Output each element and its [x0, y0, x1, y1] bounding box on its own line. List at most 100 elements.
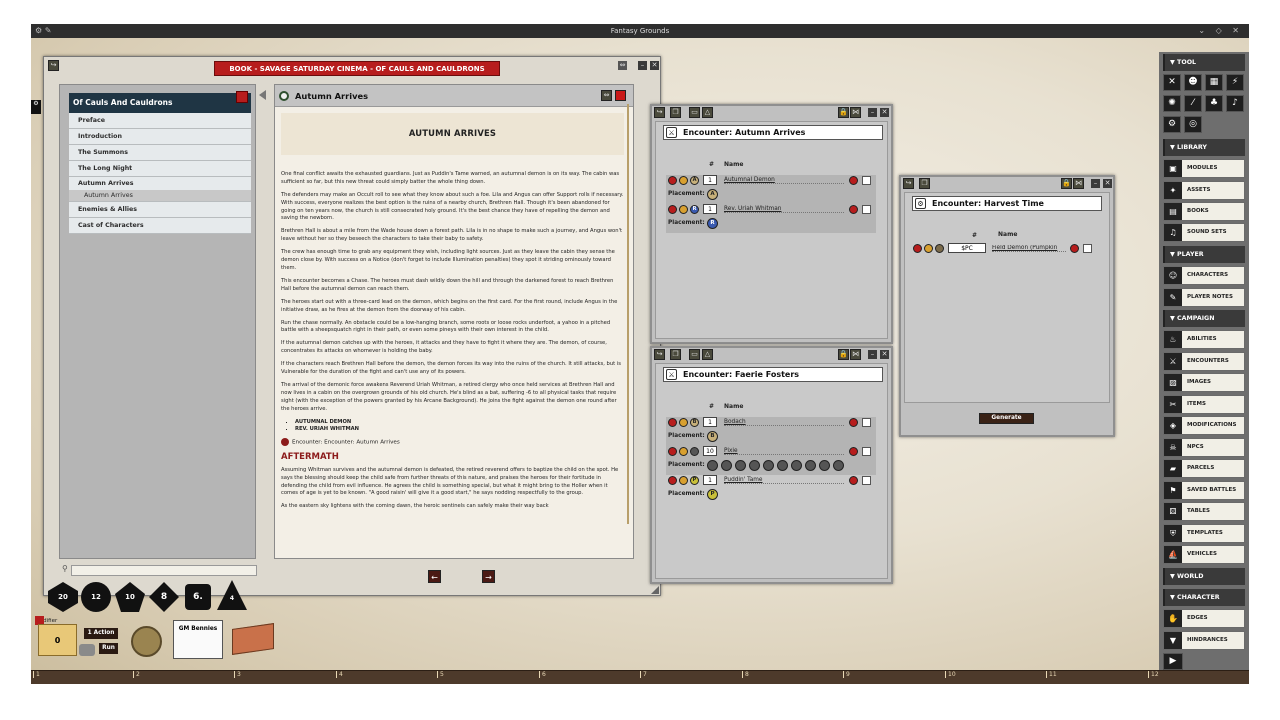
sidebar-item-characters[interactable]: ☺ CHARACTERS — [1163, 266, 1245, 285]
placement-token[interactable] — [707, 460, 718, 471]
close-button[interactable]: ✕ — [1103, 179, 1112, 188]
row-checkbox[interactable] — [862, 447, 871, 456]
delete-icon[interactable] — [668, 205, 677, 214]
link-icon[interactable] — [849, 476, 858, 485]
section-player[interactable]: ▼ PLAYER — [1163, 246, 1245, 263]
generate-button[interactable]: Generate — [979, 413, 1034, 424]
image-icon[interactable]: ▭ — [689, 349, 700, 360]
lock-icon[interactable]: 🔒 — [838, 349, 849, 360]
placement-token[interactable] — [735, 460, 746, 471]
link-icon[interactable] — [849, 447, 858, 456]
toc-item-cast-of-characters[interactable]: Cast of Characters — [69, 218, 251, 234]
play-icon[interactable]: ▶ — [1163, 653, 1183, 670]
placement-token[interactable] — [749, 460, 760, 471]
placement-token[interactable]: R — [707, 218, 718, 229]
copy-icon[interactable]: ❐ — [919, 178, 930, 189]
music-icon[interactable]: ♪ — [1226, 95, 1244, 112]
placement-token[interactable] — [819, 460, 830, 471]
row-checkbox[interactable] — [1083, 244, 1092, 253]
minimize-button[interactable]: – — [638, 61, 647, 70]
resize-handle[interactable] — [651, 586, 659, 594]
placement-token[interactable]: P — [707, 489, 718, 500]
modifier-box[interactable]: 0 — [38, 624, 77, 656]
sidebar-item-npcs[interactable]: ☠ NPCS — [1163, 438, 1245, 457]
placement-token[interactable]: B — [707, 431, 718, 442]
minimize-button[interactable]: – — [868, 108, 877, 117]
npc-name-link[interactable]: Rev. Uriah Whitman — [724, 206, 844, 213]
run-button[interactable]: Run — [99, 643, 118, 654]
row-checkbox[interactable] — [862, 176, 871, 185]
share-icon[interactable]: ↪ — [48, 60, 59, 71]
left-edge-tab[interactable]: ⚙ — [31, 100, 41, 114]
link-icon[interactable] — [849, 205, 858, 214]
npc-name-link[interactable]: Bodach — [724, 419, 844, 426]
sidebar-item-modifications[interactable]: ◈ MODIFICATIONS — [1163, 416, 1245, 435]
collapse-toc-icon[interactable] — [259, 90, 266, 100]
npc-name-link[interactable]: Pixie — [724, 448, 844, 455]
delete-icon[interactable] — [668, 418, 677, 427]
next-page-button[interactable]: → — [482, 570, 495, 583]
sidebar-item-images[interactable]: ▨ IMAGES — [1163, 373, 1245, 392]
link-icon[interactable] — [849, 176, 858, 185]
sound-icon[interactable]: ◎ — [1184, 116, 1202, 133]
encounter-title[interactable]: ⚔ Encounter: Faerie Fosters — [663, 367, 883, 382]
sidebar-item-templates[interactable]: ⛨ TEMPLATES — [1163, 524, 1245, 543]
delete-icon[interactable] — [668, 176, 677, 185]
toc-pin-icon[interactable] — [236, 91, 248, 103]
settings-icon[interactable]: ⚙ — [1163, 116, 1181, 133]
modifiers-icon[interactable]: ⁄ — [1184, 95, 1202, 112]
placement-token[interactable] — [833, 460, 844, 471]
toc-item-introduction[interactable]: Introduction — [69, 129, 251, 145]
placement-token[interactable] — [777, 460, 788, 471]
toc-item-autumn-arrives[interactable]: Autumn Arrives — [69, 177, 251, 190]
placement-token[interactable]: A — [707, 189, 718, 200]
sidebar-item-encounters[interactable]: ⚔ ENCOUNTERS — [1163, 352, 1245, 371]
share-network-icon[interactable]: ⋈ — [850, 107, 861, 118]
toc-subitem-autumn-arrives[interactable]: Autumn Arrives — [69, 190, 251, 202]
toc-item-the-long-night[interactable]: The Long Night — [69, 161, 251, 177]
sidebar-item-player-notes[interactable]: ✎ PLAYER NOTES — [1163, 288, 1245, 307]
count-input[interactable]: 10 — [703, 446, 717, 456]
page-close-icon[interactable] — [615, 90, 626, 101]
row-checkbox[interactable] — [862, 476, 871, 485]
sidebar-item-abilities[interactable]: ♨ ABILITIES — [1163, 330, 1245, 349]
delete-icon[interactable] — [668, 447, 677, 456]
token-icon[interactable] — [690, 447, 699, 456]
share-network-icon[interactable]: ⋈ — [850, 349, 861, 360]
section-character[interactable]: ▼ CHARACTER — [1163, 589, 1245, 606]
copy-icon[interactable]: ❐ — [670, 107, 681, 118]
close-button[interactable]: ✕ — [880, 108, 889, 117]
section-tool[interactable]: ▼ TOOL — [1163, 54, 1245, 71]
count-input[interactable]: 1 — [703, 417, 717, 427]
sidebar-item-tables[interactable]: ⚄ TABLES — [1163, 502, 1245, 521]
tools-icon[interactable]: ✕ — [1163, 74, 1181, 91]
toc-item-preface[interactable]: Preface — [69, 113, 251, 129]
face-icon[interactable] — [679, 205, 688, 214]
d12-die[interactable]: 12 — [81, 582, 111, 612]
d6-die[interactable]: 6. — [185, 584, 211, 610]
face-icon[interactable] — [924, 244, 933, 253]
effects-icon[interactable]: ⚡ — [1226, 74, 1244, 91]
prev-page-button[interactable]: ← — [428, 570, 441, 583]
placement-token[interactable] — [805, 460, 816, 471]
minimize-button[interactable]: – — [868, 350, 877, 359]
token-icon[interactable] — [935, 244, 944, 253]
row-checkbox[interactable] — [862, 205, 871, 214]
count-input[interactable]: $PC — [948, 243, 986, 253]
npc-link[interactable]: AUTUMNAL DEMON — [295, 419, 624, 427]
count-input[interactable]: 1 — [703, 175, 717, 185]
benny-token-icon[interactable] — [131, 626, 162, 657]
lock-icon[interactable]: 🔒 — [1061, 178, 1072, 189]
npc-name-link[interactable]: Puddin' Tame — [724, 477, 844, 484]
sidebar-item-modules[interactable]: ▣ MODULES — [1163, 159, 1245, 178]
share-network-icon[interactable]: ⋈ — [1073, 178, 1084, 189]
warning-icon[interactable]: △ — [702, 349, 713, 360]
encounter-title[interactable]: ⚔ Encounter: Autumn Arrives — [663, 125, 883, 140]
options-icon[interactable]: ✺ — [1163, 95, 1181, 112]
placement-token[interactable] — [721, 460, 732, 471]
window-controls[interactable]: ⌄ ◇ ✕ — [1198, 24, 1243, 38]
sidebar-item-hindrances[interactable]: ▼ HINDRANCES — [1163, 631, 1245, 650]
count-input[interactable]: 1 — [703, 475, 717, 485]
placement-token[interactable] — [763, 460, 774, 471]
sidebar-item-sound-sets[interactable]: ♫ SOUND SETS — [1163, 223, 1245, 242]
